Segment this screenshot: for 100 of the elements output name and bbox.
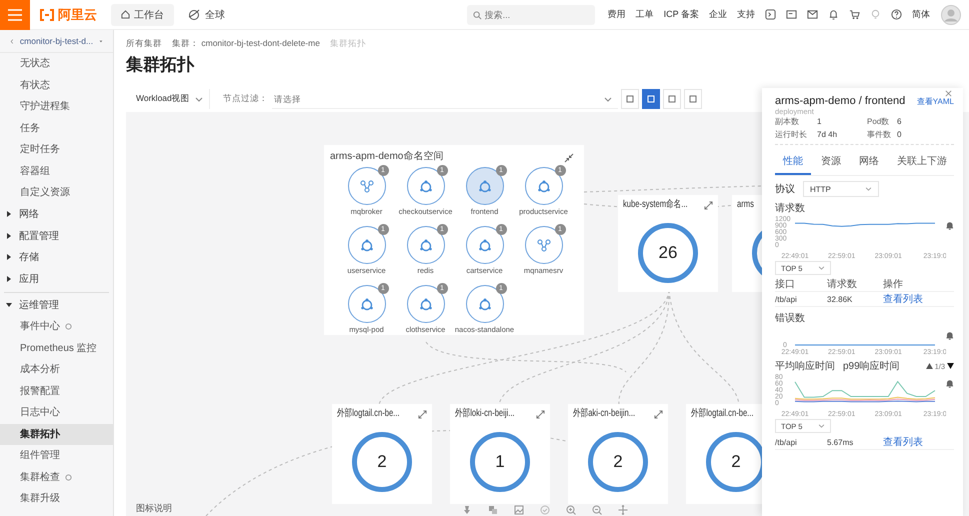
sidebar-item[interactable]: Prometheus 监控 [0, 338, 113, 359]
mail-icon[interactable] [807, 9, 818, 20]
logo-icon [39, 8, 55, 20]
workbench-tab[interactable]: 工作台 [111, 4, 174, 26]
square-icon [668, 95, 676, 103]
panel-tab[interactable]: 性能 [775, 150, 811, 175]
sidebar-item[interactable]: 有状态 [0, 74, 113, 96]
search-field[interactable]: 搜索... [466, 4, 595, 24]
breadcrumb-link[interactable]: 所有集群 [126, 36, 162, 50]
view-list-link[interactable]: 查看列表 [883, 292, 954, 306]
external-title: 外部logtail.cn-be... [691, 408, 754, 420]
chevron-down-icon [818, 424, 825, 428]
top-link[interactable]: 费用 [608, 8, 626, 21]
sidebar-item[interactable]: 组件管理 [0, 445, 113, 466]
caret-right-icon [6, 232, 12, 239]
ring-icon [360, 238, 374, 252]
stat-label: 副本数 [775, 116, 800, 128]
legend-item[interactable]: p99响应时间 [843, 359, 900, 373]
sidebar-item[interactable]: 容器组 [0, 160, 113, 182]
bell-icon[interactable] [946, 221, 954, 230]
external-title: 外部aki-cn-beijin... [573, 408, 636, 420]
sidebar-item[interactable]: 事件中心 [0, 316, 113, 338]
chevron-down-icon [865, 187, 872, 191]
bell-icon[interactable] [946, 331, 954, 340]
panel-tab[interactable]: 资源 [813, 150, 849, 175]
expand-icon[interactable] [654, 410, 663, 419]
help-icon[interactable] [891, 9, 902, 20]
panel-tab[interactable]: 关联上下游 [889, 150, 955, 175]
square-icon [647, 95, 655, 103]
close-icon[interactable] [945, 90, 952, 97]
table-cell-text: 32.86K [827, 294, 854, 304]
ring-icon [418, 238, 432, 252]
screen-icon[interactable] [786, 9, 797, 20]
count-number: 2 [731, 452, 741, 472]
sidebar-group[interactable]: 应用 [0, 268, 113, 290]
expand-icon[interactable] [418, 410, 427, 419]
collapse-icon[interactable] [564, 153, 574, 163]
region-selector[interactable]: 全球 [182, 6, 231, 22]
pin-icon[interactable] [462, 505, 472, 515]
stat-value: 6 [897, 116, 902, 128]
ring-icon [536, 179, 550, 193]
caret-right-icon [6, 254, 12, 260]
language-link[interactable]: 简体 [912, 8, 930, 21]
expand-icon[interactable] [704, 201, 713, 210]
sidebar-group[interactable]: 网络 [0, 204, 113, 225]
yaml-link[interactable]: 查看YAML [916, 96, 954, 107]
stat-value: 7d 4h [817, 129, 838, 141]
sidebar-group[interactable]: 配置管理 [0, 225, 113, 246]
sidebar-group[interactable]: 运维管理 [0, 294, 113, 316]
view-toggle-button[interactable] [642, 89, 660, 109]
zoom-out-icon[interactable] [592, 505, 602, 515]
sidebar-item[interactable]: 任务 [0, 118, 113, 139]
sidebar-group[interactable]: 存储 [0, 246, 113, 268]
sidebar-item[interactable]: 成本分析 [0, 359, 113, 380]
sidebar-item[interactable]: 自定义资源 [0, 182, 113, 204]
legend-item[interactable]: 平均响应时间 [775, 359, 835, 373]
stat-label: 运行时长 [775, 129, 808, 141]
layers-icon[interactable] [488, 505, 498, 515]
image-icon[interactable] [514, 505, 524, 515]
top-link[interactable]: 工单 [636, 8, 654, 21]
bell-icon[interactable] [946, 379, 954, 388]
legend-link[interactable]: 图标说明 [136, 502, 172, 515]
view-list-link[interactable]: 查看列表 [883, 435, 954, 449]
column-header: 请求数 [827, 278, 858, 291]
bell-icon[interactable] [828, 9, 839, 20]
top-link[interactable]: ICP 备案 [664, 8, 699, 21]
filter-label: 节点过滤： [223, 93, 268, 105]
sidebar-item[interactable]: 守护进程集 [0, 96, 113, 118]
top-link[interactable]: 支持 [737, 8, 755, 21]
ring-icon [478, 179, 492, 193]
sidebar-item[interactable]: 无状态 [0, 53, 113, 74]
ring-icon [478, 238, 492, 252]
check-circle-icon[interactable] [540, 505, 550, 515]
sidebar-item[interactable]: 定时任务 [0, 139, 113, 160]
globe-icon [188, 8, 200, 20]
protocol-select[interactable]: HTTP [803, 181, 879, 197]
cart-icon[interactable] [849, 9, 860, 20]
breadcrumb-link[interactable]: 集群： cmonitor-bj-test-dont-delete-me [172, 36, 320, 50]
sidebar-item[interactable]: 集群检查 [0, 466, 113, 488]
three-dot-icon [536, 238, 550, 252]
sidebar-item[interactable]: 日志中心 [0, 402, 113, 424]
count-number: 2 [377, 452, 387, 472]
ring-icon [418, 297, 432, 311]
menu-button[interactable] [0, 0, 30, 30]
terminal-icon[interactable] [765, 9, 776, 20]
zoom-in-icon[interactable] [566, 505, 576, 515]
count-number: 1 [495, 452, 505, 472]
panel-tab[interactable]: 网络 [851, 150, 887, 175]
namespace-title: arms [737, 199, 754, 211]
sidebar-item[interactable]: 报警配置 [0, 380, 113, 402]
move-icon[interactable] [618, 505, 628, 515]
sidebar-item[interactable]: 集群拓扑 [0, 424, 113, 445]
top-link[interactable]: 企业 [709, 8, 727, 21]
section-title: 请求数 [775, 202, 805, 215]
up-triangle-icon[interactable] [926, 363, 933, 369]
cluster-selector[interactable]: cmonitor-bj-test-d... [0, 30, 113, 53]
expand-icon[interactable] [536, 410, 545, 419]
stat-value: 0 [897, 129, 902, 141]
sidebar-item[interactable]: 集群升级 [0, 488, 113, 510]
down-triangle-icon[interactable] [947, 363, 954, 369]
